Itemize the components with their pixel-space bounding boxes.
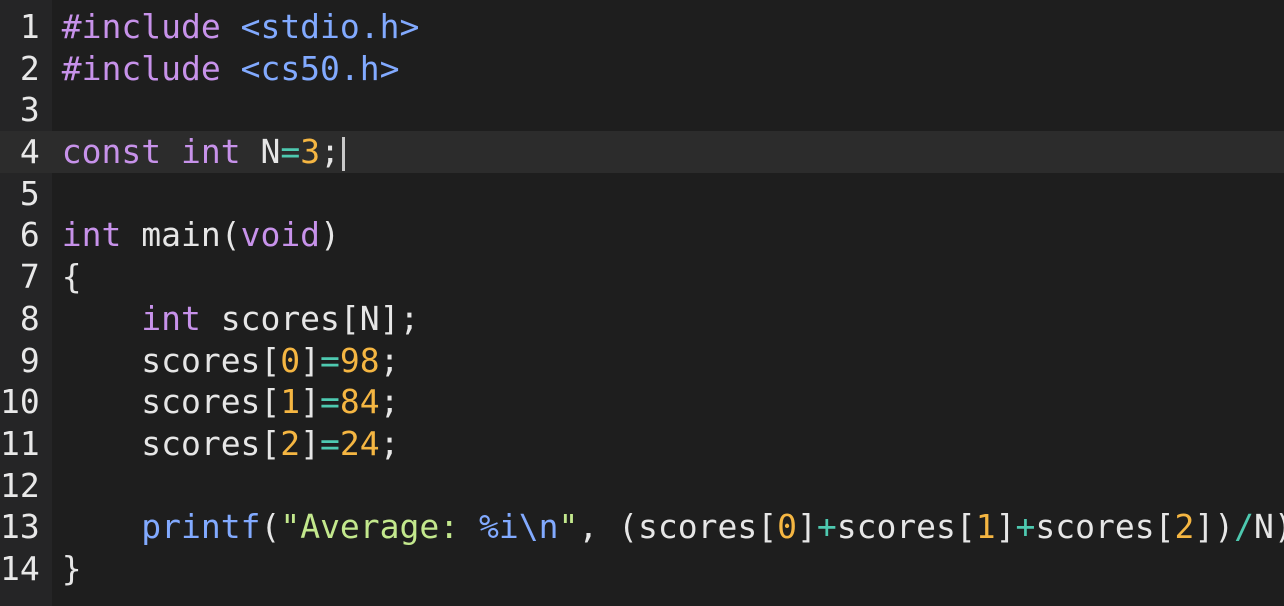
code-line[interactable] [52,465,1284,507]
line-number: 11 [0,423,40,463]
code-token-plain: ] [796,507,817,547]
code-token-plain: scores[ [836,507,976,547]
code-token-operator: = [320,382,340,422]
code-token-plain: ] [300,423,321,463]
code-line[interactable]: } [52,548,1284,590]
code-token-keyword: int [141,298,201,338]
code-line[interactable]: const int N=3; [51,131,1284,173]
line-number: 8 [19,298,40,338]
code-token-directive: #include [61,7,221,46]
code-token-plain: ; [320,132,340,172]
code-line[interactable]: #include <stdio.h> [52,6,1284,48]
code-token-directive: #include [61,48,221,88]
code-token-plain: N [240,132,281,172]
code-token-plain: main( [121,215,241,255]
line-number: 2 [19,48,40,88]
code-token-operator: = [320,423,340,463]
code-token-operator: + [1015,507,1036,547]
code-token-keyword: int [180,132,241,172]
code-token-plain: ] [300,340,321,380]
code-line[interactable] [52,89,1284,131]
code-token-plain: ) [320,215,340,255]
code-token-plain: , (scores[ [578,507,778,547]
code-area[interactable]: #include <stdio.h> #include <cs50.h> const… [51,0,1284,606]
line-number: 14 [0,548,40,588]
code-token-operator: = [320,340,340,380]
code-line[interactable]: { [52,256,1284,298]
code-token-plain: ; [379,382,400,422]
code-token-operator: / [1234,507,1254,547]
code-token-number: 1 [975,507,996,547]
code-token-plain: scores[ [61,340,281,380]
line-number: 1 [19,7,40,46]
code-token-plain: ( [260,507,281,547]
code-token-plain: scores[N]; [200,298,420,338]
code-token-string: "Average: [280,507,480,547]
code-token-number: 0 [777,507,797,547]
code-line[interactable] [52,173,1284,215]
code-token-number: 3 [300,132,321,172]
line-number: 13 [0,507,40,547]
code-token-number: 2 [280,423,301,463]
code-token-plain: ]) [1194,507,1235,547]
code-line[interactable]: scores[0]=98; [52,340,1284,382]
code-token-keyword: int [61,215,122,255]
line-number-gutter: 1 2 3 4 5 6 7 8 9 10 11 12 13 14 [0,0,52,606]
code-token-string: " [558,507,579,547]
code-token-header: %i [479,507,519,547]
code-editor[interactable]: 1 2 3 4 5 6 7 8 9 10 11 12 13 14 #include <stdio.h> #i… [0,0,1284,606]
line-number: 9 [19,340,40,380]
code-line[interactable]: scores[1]=84; [52,381,1284,423]
code-token-plain: ] [300,382,321,422]
code-token-header: <cs50.h> [240,48,400,88]
code-token-plain: scores[ [61,382,281,422]
code-token-operator: + [816,507,837,547]
code-token-function: printf [141,507,261,547]
code-token-plain: ] [995,507,1016,547]
code-token-number: 24 [339,423,380,463]
code-token-plain: N); [1253,507,1284,547]
code-token-header: <stdio.h> [240,7,420,46]
code-token-number: 84 [339,382,380,422]
line-number: 7 [19,257,40,297]
code-token-number: 0 [280,340,301,380]
code-token-plain: ; [379,423,400,463]
code-token-number: 2 [1174,507,1195,547]
code-token-plain: } [61,548,82,588]
code-line[interactable]: scores[2]=24; [52,423,1284,465]
code-token-plain: scores[ [61,423,281,463]
code-token-plain: ; [379,340,400,380]
code-token-plain: scores[ [1035,507,1175,547]
code-line[interactable]: int scores[N]; [52,298,1284,340]
code-token-keyword: void [240,215,321,255]
code-token-number: 98 [339,340,380,380]
code-token-number: 1 [280,382,301,422]
line-number: 3 [19,90,40,130]
text-cursor [341,136,345,171]
code-token-header: \n [518,507,559,547]
code-token-keyword: const [61,132,162,172]
line-number: 6 [19,215,40,255]
line-number: 12 [0,465,40,505]
code-token-operator: = [280,132,301,172]
code-token-plain: { [61,257,82,297]
code-line[interactable]: #include <cs50.h> [52,48,1284,90]
line-number: 5 [19,173,40,213]
line-number: 10 [0,382,40,422]
code-line[interactable]: printf("Average: %i\n", (scores[0]+score… [52,506,1284,548]
line-number: 4 [0,131,52,173]
code-line[interactable]: int main(void) [52,214,1284,256]
